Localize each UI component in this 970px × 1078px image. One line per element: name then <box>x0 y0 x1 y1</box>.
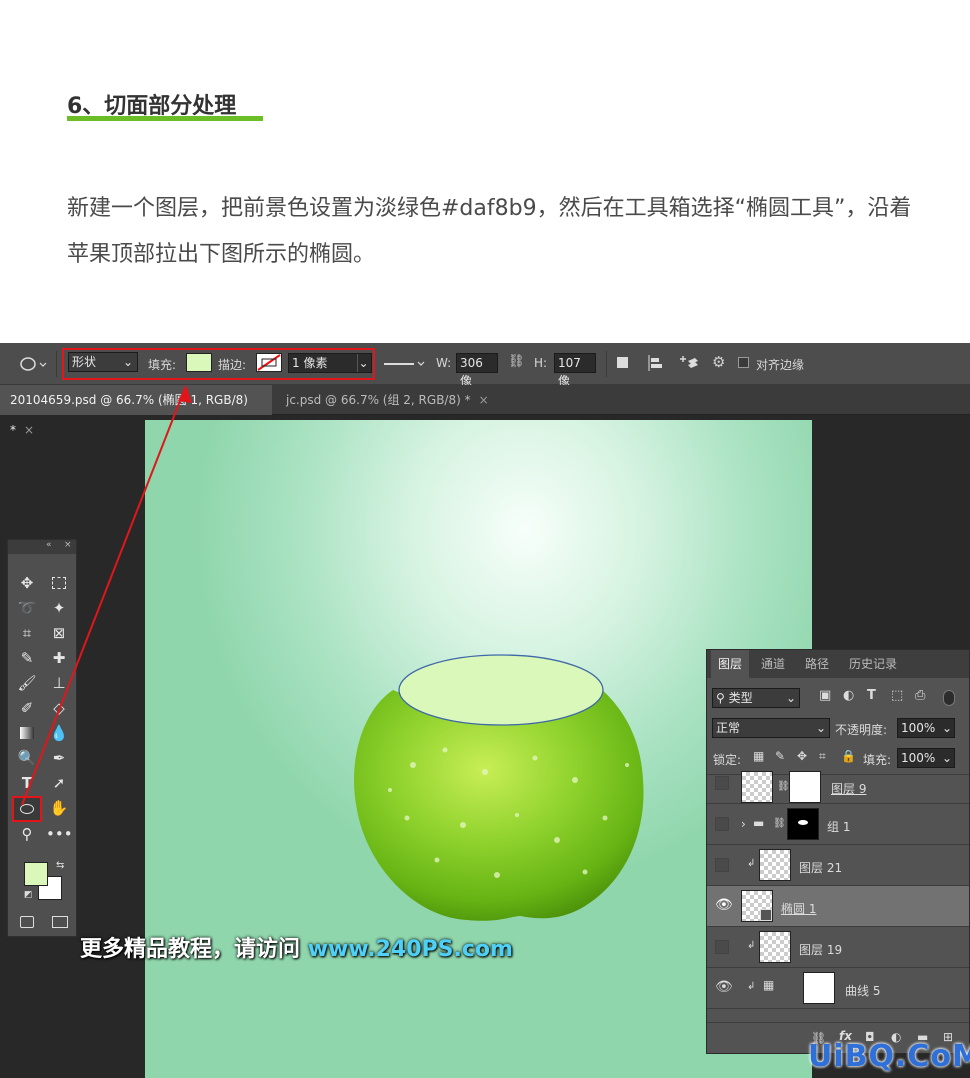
layer-mask-thumbnail <box>803 972 835 1004</box>
layer-name: 图层 9 <box>831 782 867 796</box>
chevron-right-icon[interactable]: › <box>741 817 746 831</box>
opacity-label: 不透明度: <box>835 723 888 737</box>
visibility-toggle[interactable] <box>715 940 729 954</box>
article: 6、切面部分处理 新建一个图层，把前景色设置为淡绿色#daf8b9，然后在工具箱… <box>0 0 970 343</box>
layer-row[interactable]: 👁 ↲ ▦ 曲线 5 <box>707 968 969 1009</box>
filter-value: 类型 <box>728 691 753 705</box>
layer-thumbnail <box>759 849 791 881</box>
layer-thumbnail <box>741 771 773 803</box>
eye-icon[interactable]: 👁 <box>715 897 733 913</box>
folder-icon: ▬ <box>753 816 765 830</box>
group-mask-thumbnail <box>787 808 819 840</box>
article-paragraph: 新建一个图层，把前景色设置为淡绿色#daf8b9，然后在工具箱选择“椭圆工具”，… <box>67 196 912 267</box>
foreground-color-swatch[interactable] <box>24 862 48 886</box>
smart-object-filter-icon[interactable]: ⎙ <box>915 688 925 703</box>
layer-name: 组 1 <box>827 820 851 834</box>
layer-row[interactable]: ↲ 图层 21 <box>707 845 969 886</box>
layer-row[interactable]: ⛓ 图层 9 <box>707 763 969 804</box>
curves-adjustment-icon: ▦ <box>763 978 775 992</box>
clipping-arrow-icon: ↲ <box>747 981 756 992</box>
image-filter-icon[interactable]: ▣ <box>819 688 831 703</box>
layer-name: 椭圆 1 <box>781 902 817 916</box>
layers-panel: 图层 通道 路径 历史记录 ⚲ 类型 ⌄ ▣ ◐ T ⬚ ⎙ 正常 ⌄ 不透明度… <box>706 649 970 1054</box>
layer-filter-select[interactable]: ⚲ 类型 ⌄ <box>712 688 800 708</box>
blend-mode-select[interactable]: 正常 ⌄ <box>712 718 830 738</box>
blend-mode-value: 正常 <box>716 721 741 735</box>
tab-paths[interactable]: 路径 <box>797 650 837 678</box>
layer-row[interactable]: ↲ 图层 19 <box>707 927 969 968</box>
chevron-down-icon: ⌄ <box>941 721 952 735</box>
lock-transparency-icon[interactable]: ▦ <box>753 749 764 763</box>
heading-underline <box>67 116 263 121</box>
layer-list: ⛓ 图层 9 › ▬ ⛓ 组 1 ↲ 图层 21 👁 椭圆 1 ↲ 图层 19 … <box>707 771 969 1034</box>
lock-position-icon[interactable]: ✥ <box>797 749 807 763</box>
layer-name: 曲线 5 <box>845 984 881 998</box>
opacity-value: 100% <box>901 721 936 735</box>
layer-row[interactable]: › ▬ ⛓ 组 1 <box>707 804 969 845</box>
visibility-toggle[interactable] <box>715 776 729 790</box>
corner-logo: UiBQ.CoM <box>808 1039 970 1074</box>
filter-toggle[interactable] <box>943 690 955 706</box>
visibility-toggle[interactable] <box>715 858 729 872</box>
eye-icon[interactable]: 👁 <box>715 979 733 995</box>
lock-all-icon[interactable]: 🔒 <box>841 749 856 763</box>
shape-layer-thumbnail <box>741 890 773 922</box>
link-icon: ⛓ <box>773 818 786 829</box>
chevron-down-icon: ⌄ <box>815 721 826 735</box>
layer-mask-thumbnail <box>789 771 821 803</box>
tab-history[interactable]: 历史记录 <box>841 650 905 678</box>
tab-layers[interactable]: 图层 <box>711 650 749 678</box>
link-icon: ⛓ <box>777 781 790 792</box>
opacity-field[interactable]: 100% ⌄ <box>897 718 955 738</box>
layer-row-selected[interactable]: 👁 椭圆 1 <box>707 886 969 927</box>
lock-artboard-icon[interactable]: ⌗ <box>819 749 826 764</box>
clipping-arrow-icon: ↲ <box>747 858 756 869</box>
watermark-text: 更多精品教程，请访问 <box>80 937 301 962</box>
visibility-toggle[interactable] <box>715 817 729 831</box>
layer-name: 图层 19 <box>799 943 843 957</box>
panel-tabs: 图层 通道 路径 历史记录 <box>707 650 969 678</box>
tab-channels[interactable]: 通道 <box>753 650 793 678</box>
shape-filter-icon[interactable]: ⬚ <box>891 688 903 703</box>
layer-name: 图层 21 <box>799 861 843 875</box>
layer-thumbnail <box>759 931 791 963</box>
adjustment-filter-icon[interactable]: ◐ <box>843 688 854 703</box>
clipping-arrow-icon: ↲ <box>747 940 756 951</box>
search-icon: ⚲ <box>716 691 725 705</box>
watermark: 更多精品教程，请访问 www.240PS.com <box>80 931 513 963</box>
watermark-url: www.240PS.com <box>307 937 513 962</box>
photoshop-window: 形状 ⌄ 填充: 描边: 1 像素 ⌄ W: 306 像 ⛓ H: 107 像 <box>0 343 970 1078</box>
type-filter-icon[interactable]: T <box>867 688 876 703</box>
lock-pixels-icon[interactable]: ✎ <box>775 749 785 763</box>
chevron-down-icon: ⌄ <box>785 691 796 705</box>
